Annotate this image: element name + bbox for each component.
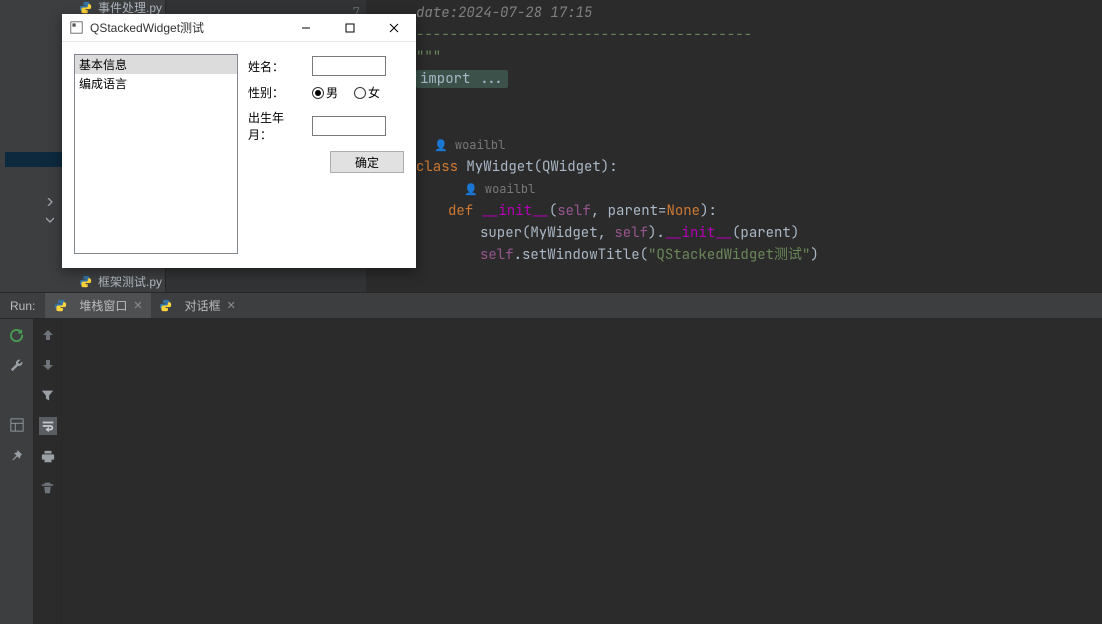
qstackedwidget-dialog: QStackedWidget测试 基本信息 编成语言 姓名： 性别： bbox=[62, 14, 416, 268]
tree-file-bottom-label: 框架测试.py bbox=[98, 273, 162, 290]
birth-label: 出生年月： bbox=[248, 109, 306, 143]
app-icon bbox=[70, 21, 84, 35]
rerun-icon[interactable] bbox=[9, 327, 25, 343]
radio-icon bbox=[312, 87, 324, 99]
basic-info-form: 姓名： 性别： 男 女 出生年月： 确定 bbox=[248, 54, 404, 256]
run-tab-stack-window[interactable]: 堆栈窗口 ✕ bbox=[45, 293, 150, 318]
list-item[interactable]: 编成语言 bbox=[75, 74, 237, 93]
filter-icon[interactable] bbox=[40, 387, 56, 403]
chevron-right-icon[interactable] bbox=[44, 196, 56, 208]
name-input[interactable] bbox=[312, 56, 386, 76]
print-icon[interactable] bbox=[40, 449, 56, 465]
run-tab-label: 堆栈窗口 bbox=[79, 297, 127, 314]
code-class-def: class MyWidget(QWidget): bbox=[416, 156, 618, 178]
submit-button[interactable]: 确定 bbox=[330, 151, 404, 173]
list-item[interactable]: 基本信息 bbox=[75, 55, 237, 74]
python-file-icon bbox=[78, 274, 92, 288]
run-tool-left-gutter bbox=[0, 319, 34, 624]
author-annotation: 👤 woailbl bbox=[464, 178, 535, 201]
trash-icon[interactable] bbox=[40, 479, 56, 495]
layout-icon[interactable] bbox=[9, 417, 25, 433]
python-file-icon bbox=[53, 299, 67, 313]
dialog-titlebar[interactable]: QStackedWidget测试 bbox=[62, 14, 416, 42]
dialog-body: 基本信息 编成语言 姓名： 性别： 男 女 出生年月： bbox=[62, 42, 416, 268]
run-tool-left-gutter-2 bbox=[34, 319, 62, 624]
python-file-icon bbox=[78, 0, 92, 14]
code-import-fold[interactable]: import ... bbox=[416, 68, 508, 90]
name-row: 姓名： bbox=[248, 56, 404, 76]
gender-male-radio[interactable]: 男 bbox=[312, 84, 338, 101]
radio-icon bbox=[354, 87, 366, 99]
gender-male-label: 男 bbox=[326, 84, 338, 101]
maximize-button[interactable] bbox=[328, 14, 372, 41]
code-def-init: def __init__(self, parent=None): bbox=[448, 200, 717, 222]
arrow-up-icon[interactable] bbox=[40, 327, 56, 343]
gender-female-radio[interactable]: 女 bbox=[354, 84, 380, 101]
gender-female-label: 女 bbox=[368, 84, 380, 101]
run-tool-body bbox=[0, 319, 1102, 624]
name-label: 姓名： bbox=[248, 58, 306, 75]
tree-file-top[interactable]: 事件处理.py bbox=[78, 0, 162, 14]
python-file-icon bbox=[159, 299, 173, 313]
run-tool-tabs: Run: 堆栈窗口 ✕ 对话框 ✕ bbox=[0, 292, 1102, 319]
wrench-icon[interactable] bbox=[9, 357, 25, 373]
gender-label: 性别： bbox=[248, 84, 306, 101]
author-annotation: 👤 woailbl bbox=[434, 134, 505, 157]
run-tab-label: 对话框 bbox=[185, 297, 221, 314]
pin-icon[interactable] bbox=[9, 447, 25, 463]
code-comment: date:2024-07-28 17:15 bbox=[416, 2, 592, 24]
code-super-call: super(MyWidget, self).__init__(parent) bbox=[480, 222, 799, 244]
tree-file-bottom[interactable]: 框架测试.py bbox=[78, 272, 162, 290]
close-icon[interactable]: ✕ bbox=[133, 299, 142, 312]
birth-row: 出生年月： bbox=[248, 109, 404, 143]
close-button[interactable] bbox=[372, 14, 416, 41]
minimize-button[interactable] bbox=[284, 14, 328, 41]
run-panel-label: Run: bbox=[0, 293, 45, 318]
gender-row: 性别： 男 女 bbox=[248, 84, 404, 101]
birth-input[interactable] bbox=[312, 116, 386, 136]
code-dashes: ---------------------------------------- bbox=[416, 24, 752, 46]
stop-icon[interactable] bbox=[9, 387, 25, 403]
window-controls bbox=[284, 14, 416, 41]
code-setwindowtitle: self.setWindowTitle("QStackedWidget测试") bbox=[480, 244, 819, 266]
category-listbox[interactable]: 基本信息 编成语言 bbox=[74, 54, 238, 254]
dialog-title: QStackedWidget测试 bbox=[90, 19, 284, 36]
close-icon[interactable]: ✕ bbox=[227, 299, 236, 312]
arrow-down-icon[interactable] bbox=[40, 357, 56, 373]
wrap-icon[interactable] bbox=[39, 417, 57, 435]
code-triple-quote: """ bbox=[416, 46, 441, 68]
chevron-down-icon[interactable] bbox=[44, 214, 56, 226]
run-tab-dialog[interactable]: 对话框 ✕ bbox=[151, 293, 244, 318]
